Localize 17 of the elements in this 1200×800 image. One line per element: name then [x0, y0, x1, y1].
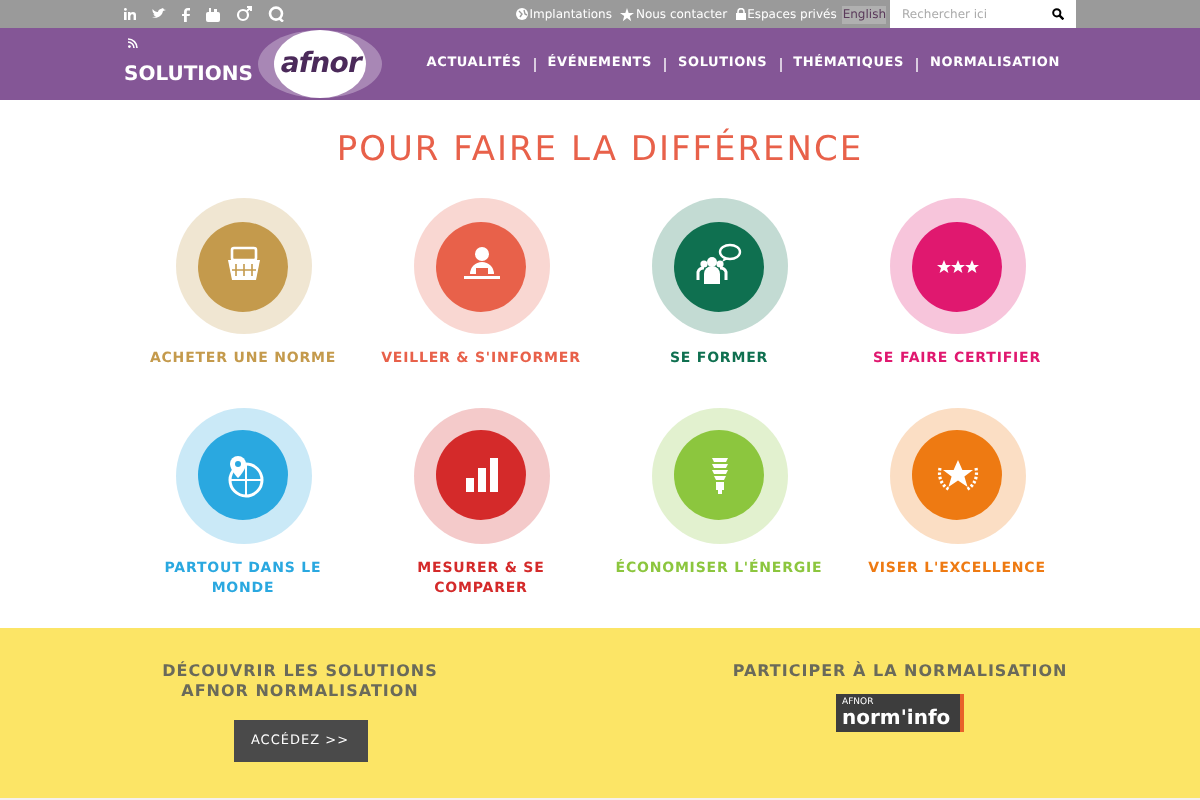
star-icon: [619, 7, 634, 21]
facebook-icon[interactable]: [182, 7, 190, 21]
linkedin-icon[interactable]: [124, 8, 136, 20]
section-title: PARTICIPER À LA NORMALISATION: [732, 662, 1068, 682]
search-icon[interactable]: [1052, 8, 1064, 20]
lock-icon: [735, 8, 746, 20]
bird-icon[interactable]: [152, 8, 166, 20]
search-button[interactable]: [1052, 0, 1076, 28]
section-title: DÉCOUVRIR LES SOLUTIONS AFNOR NORMALISATION: [160, 662, 440, 702]
light-bulb-icon: [709, 455, 729, 495]
page-heading: POUR FAIRE LA DIFFÉRENCE: [334, 130, 866, 170]
people-speech-icon: [695, 242, 743, 290]
stars-icon: [935, 258, 979, 274]
gender-icon[interactable]: [236, 6, 252, 22]
rss-icon[interactable]: [128, 38, 138, 48]
afnor-logo[interactable]: afnor: [274, 30, 367, 98]
brand-name: SOLUTIONS: [124, 61, 253, 89]
